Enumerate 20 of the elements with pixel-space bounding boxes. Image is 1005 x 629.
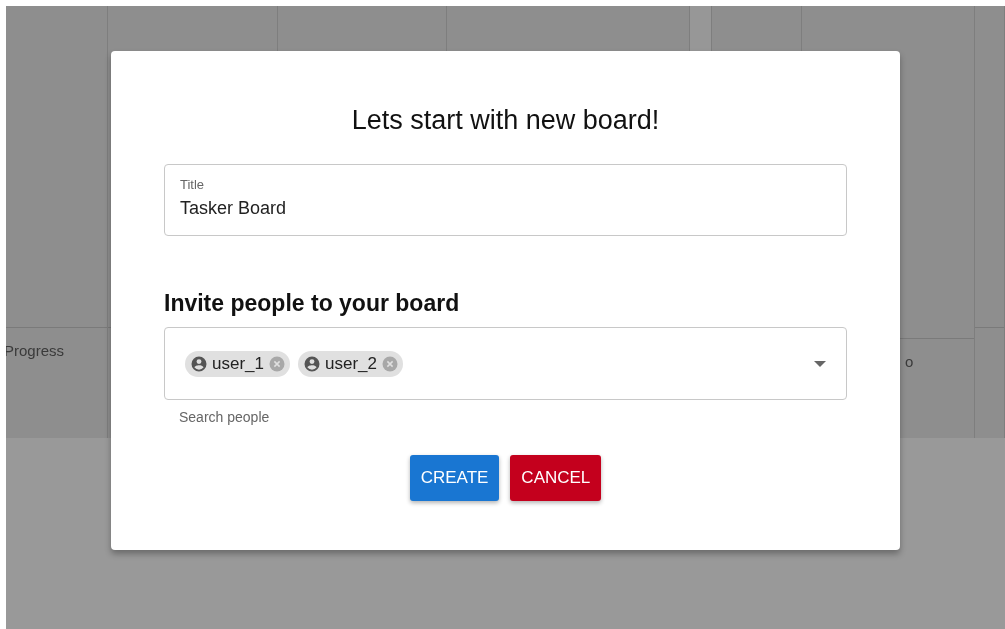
dialog-title: Lets start with new board! bbox=[351, 105, 660, 136]
cancel-button[interactable]: CANCEL bbox=[510, 455, 602, 501]
user-chip[interactable]: user_1 bbox=[185, 350, 290, 377]
people-select[interactable]: user_1 user_2 bbox=[164, 327, 847, 400]
chip-label: user_2 bbox=[325, 353, 377, 374]
section-heading: Invite people to your board bbox=[164, 290, 461, 317]
dropdown-caret-icon[interactable] bbox=[814, 360, 826, 367]
field-label: Title bbox=[180, 177, 205, 192]
remove-icon[interactable] bbox=[268, 354, 286, 373]
user-chip[interactable]: user_2 bbox=[298, 350, 403, 377]
remove-icon[interactable] bbox=[380, 354, 399, 373]
user-avatar-icon bbox=[303, 354, 321, 373]
title-field[interactable]: Title Tasker Board bbox=[164, 164, 847, 236]
column-title: o bbox=[905, 353, 915, 370]
user-avatar-icon bbox=[190, 354, 208, 373]
chip-label: user_1 bbox=[212, 353, 264, 374]
create-button[interactable]: CREATE bbox=[409, 455, 500, 501]
field-value: Tasker Board bbox=[180, 198, 287, 219]
column-title: Progress bbox=[6, 342, 66, 359]
helper-text: Search people bbox=[179, 409, 271, 425]
